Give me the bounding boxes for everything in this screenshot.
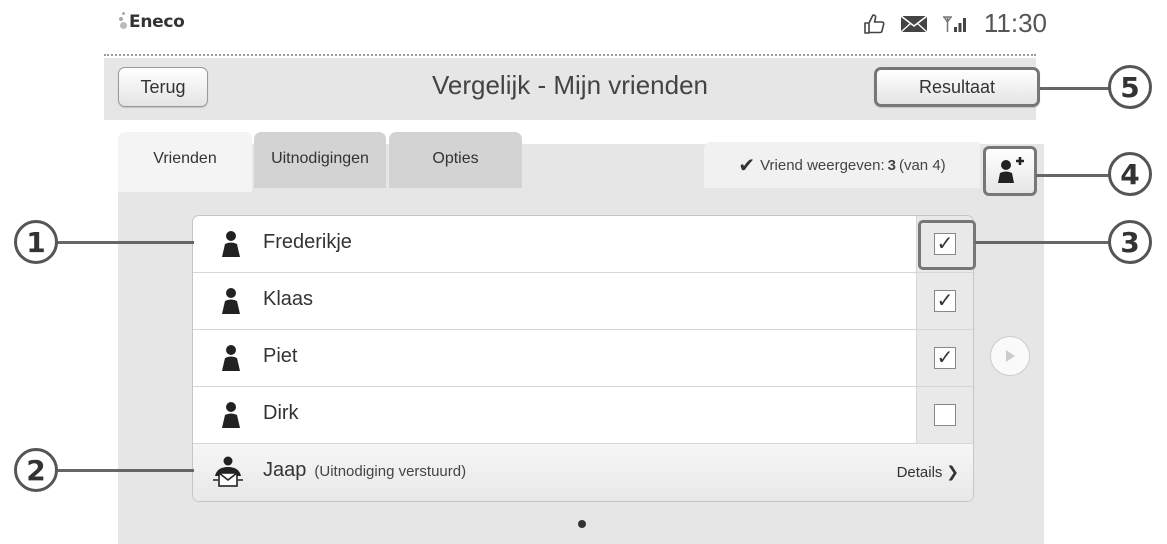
friend-name: Dirk bbox=[263, 402, 299, 424]
page-indicator-dot bbox=[578, 520, 586, 528]
page-title: Vergelijk - Mijn vrienden bbox=[431, 70, 708, 100]
callout-4: 4 bbox=[1108, 152, 1152, 196]
friend-name: Frederikje bbox=[263, 231, 352, 253]
details-label: Details bbox=[896, 464, 943, 481]
checkbox-highlight-frame bbox=[918, 220, 976, 270]
chevron-right-icon: ❯ bbox=[946, 464, 959, 481]
divider bbox=[104, 54, 1036, 56]
friend-count-shown: 3 bbox=[887, 156, 896, 174]
friend-count-total: (van 4) bbox=[898, 156, 946, 174]
friend-checkbox-cell bbox=[916, 387, 973, 443]
friend-checkbox[interactable] bbox=[934, 404, 956, 426]
status-icons: 11:30 bbox=[862, 8, 1047, 39]
person-icon bbox=[222, 231, 240, 257]
play-arrow-icon bbox=[1006, 350, 1015, 362]
thumbs-up-icon bbox=[864, 13, 885, 34]
callout-5: 5 bbox=[1108, 65, 1152, 109]
checkmark-icon: ✔ bbox=[738, 154, 756, 177]
add-person-icon bbox=[998, 157, 1024, 183]
callout-line-1 bbox=[50, 241, 194, 244]
callout-line-3 bbox=[975, 241, 1110, 244]
clock: 11:30 bbox=[983, 8, 1047, 38]
mail-icon bbox=[900, 14, 928, 32]
friend-checkbox-cell: ✓ bbox=[916, 273, 973, 329]
tab-vrienden[interactable]: Vrienden bbox=[118, 132, 252, 192]
friend-checkbox-cell: ✓ bbox=[916, 330, 973, 386]
friend-count-indicator: ✔ Vriend weergeven: 3 (van 4) bbox=[704, 142, 980, 188]
invite-status: (Uitnodiging verstuurd) bbox=[314, 463, 467, 480]
invite-name: Jaap bbox=[263, 459, 307, 481]
back-button[interactable]: Terug bbox=[118, 67, 208, 107]
callout-2: 2 bbox=[14, 448, 58, 492]
friend-row-dirk[interactable]: Dirk bbox=[193, 387, 973, 444]
details-link[interactable]: Details ❯ bbox=[897, 463, 959, 481]
callout-1: 1 bbox=[14, 220, 58, 264]
add-friend-button[interactable] bbox=[983, 146, 1037, 196]
callout-line-4 bbox=[1036, 174, 1110, 177]
eneco-logo: Eneco bbox=[118, 12, 185, 32]
logo-dots-icon bbox=[118, 12, 128, 30]
next-page-button[interactable] bbox=[990, 336, 1030, 376]
tab-opties[interactable]: Opties bbox=[389, 132, 522, 188]
result-button[interactable]: Resultaat bbox=[874, 67, 1040, 107]
friend-checkbox[interactable]: ✓ bbox=[934, 290, 956, 312]
invite-line: Jaap (Uitnodiging verstuurd) bbox=[263, 459, 466, 482]
person-icon bbox=[222, 402, 240, 428]
invite-row-jaap[interactable]: Jaap (Uitnodiging verstuurd) Details ❯ bbox=[193, 444, 973, 501]
friends-list: Frederikje ✓ Klaas ✓ Piet ✓ Dirk Jaap (U… bbox=[192, 215, 974, 502]
signal-icon bbox=[942, 15, 966, 32]
friend-count-prefix: Vriend weergeven: bbox=[760, 156, 885, 174]
person-icon bbox=[222, 345, 240, 371]
callout-line-5 bbox=[1040, 87, 1110, 90]
callout-line-2 bbox=[50, 469, 194, 472]
callout-3: 3 bbox=[1108, 220, 1152, 264]
invited-person-mail-icon bbox=[213, 456, 243, 487]
friend-row-piet[interactable]: Piet ✓ bbox=[193, 330, 973, 387]
person-icon bbox=[222, 288, 240, 314]
friend-name: Klaas bbox=[263, 288, 314, 310]
friend-row-frederikje[interactable]: Frederikje ✓ bbox=[193, 216, 973, 273]
friend-name: Piet bbox=[263, 345, 298, 367]
tab-uitnodigingen[interactable]: Uitnodigingen bbox=[254, 132, 386, 188]
friend-checkbox[interactable]: ✓ bbox=[934, 347, 956, 369]
friend-row-klaas[interactable]: Klaas ✓ bbox=[193, 273, 973, 330]
